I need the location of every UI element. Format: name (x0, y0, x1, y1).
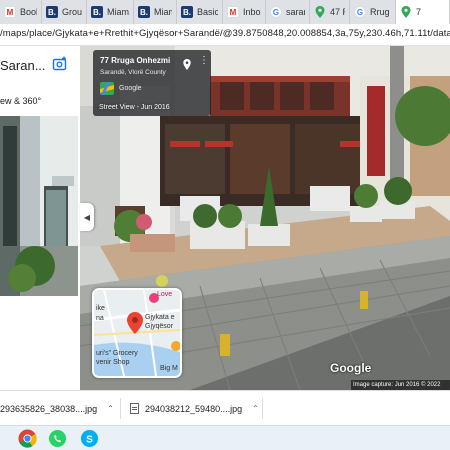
place-title: Saran... (0, 58, 46, 73)
b-icon: B. (181, 6, 193, 18)
map-label-ike: ike (96, 305, 105, 312)
maps-icon (400, 6, 412, 18)
map-label-love: Love (157, 291, 173, 298)
tab-group[interactable]: B. Group (42, 0, 87, 24)
map-label-court-1: Gjykata e (145, 314, 175, 321)
google-maps-logo-icon (100, 82, 114, 95)
address-subtitle: Sarandë, Vlorë County (100, 69, 166, 76)
svg-text:S: S (86, 434, 93, 445)
map-label-shop: venir Shop (96, 359, 130, 366)
address-title[interactable]: 77 Rruga Onhezmi (100, 56, 170, 65)
tab-sarande-search[interactable]: G saran (266, 0, 310, 24)
download-filename: 294038212_59480....jpg (145, 403, 243, 414)
collapse-panel-button[interactable]: ◀ (80, 203, 94, 231)
download-item-1[interactable]: 293635826_38038....jpg ⌃ (0, 391, 114, 426)
download-bar: 293635826_38038....jpg ⌃ 294038212_59480… (0, 390, 450, 425)
source-label: Google (119, 85, 142, 92)
b-icon: B. (91, 6, 103, 18)
tab-inbox[interactable]: M Inbox (223, 0, 266, 24)
street-view-date[interactable]: Street View - Jun 2016 (99, 104, 170, 111)
address-bar[interactable]: /maps/place/Gjykata+e+Rrethit+Gjyqësor+S… (0, 24, 450, 46)
map-label-na: na (96, 315, 104, 322)
more-options-icon[interactable]: ⋮ (199, 56, 209, 66)
street-view-360-label[interactable]: ew & 360° (0, 96, 41, 106)
url-text[interactable]: /maps/place/Gjykata+e+Rrethit+Gjyqësor+S… (0, 28, 450, 39)
download-separator (262, 398, 263, 419)
place-side-panel: Saran... ew & 360° (0, 46, 80, 390)
location-pin-icon[interactable] (183, 57, 191, 70)
tab-book[interactable]: M Book (0, 0, 42, 24)
chevron-up-icon[interactable]: ⌃ (252, 404, 259, 413)
map-label-court-2: Gjyqësor (145, 323, 174, 330)
gmail-icon: M (4, 6, 16, 18)
chevron-left-icon: ◀ (83, 212, 91, 222)
tab-47-rruga[interactable]: 47 R (310, 0, 350, 24)
file-icon (130, 403, 139, 414)
maps-icon (314, 6, 326, 18)
gmail-icon: M (227, 6, 239, 18)
download-filename: 293635826_38038....jpg (0, 403, 98, 414)
map-label-grocery: uri's” Grocery (96, 350, 138, 357)
street-photo-thumbnail[interactable] (0, 116, 78, 296)
browser-window: M Book B. Group B. Miam B. Miam B. Basic… (0, 0, 450, 450)
tab-miam-1[interactable]: B. Miam (87, 0, 134, 24)
download-separator (120, 398, 121, 419)
tab-basic[interactable]: B. Basic (177, 0, 223, 24)
whatsapp-icon[interactable] (48, 429, 67, 448)
chrome-icon[interactable] (18, 429, 37, 448)
image-capture-info: Image capture: Jun 2016 © 2022 (351, 380, 450, 390)
download-item-2[interactable]: 294038212_59480....jpg ⌃ (130, 391, 259, 426)
taskbar: S (0, 425, 450, 450)
skype-icon[interactable]: S (80, 429, 99, 448)
minimap[interactable]: Love Gjykata e Gjyqësor ike na uri's” Gr… (92, 288, 182, 378)
tab-rruga[interactable]: G Rrug (350, 0, 396, 24)
google-logo: Google (330, 361, 372, 375)
google-icon: G (270, 6, 282, 18)
tab-active-maps[interactable]: 7 (396, 0, 450, 24)
google-icon: G (354, 6, 366, 18)
map-label-big-m: Big M (160, 365, 178, 372)
b-icon: B. (138, 6, 150, 18)
chevron-up-icon[interactable]: ⌃ (107, 404, 114, 413)
tab-miam-2[interactable]: B. Miam (134, 0, 177, 24)
b-icon: B. (46, 6, 58, 18)
add-photo-icon[interactable] (52, 56, 68, 72)
tab-strip: M Book B. Group B. Miam B. Miam B. Basic… (0, 0, 450, 24)
